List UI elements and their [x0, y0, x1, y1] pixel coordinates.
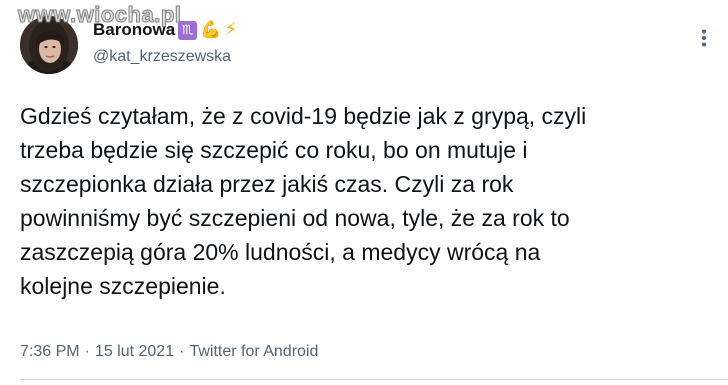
meta-separator: ·	[84, 343, 90, 360]
tweet-date[interactable]: 15 lut 2021	[95, 343, 174, 361]
tweet-card: www.wiocha.pl Baronowa ♏ 💪 ⚡ @kat_krzesz…	[0, 0, 728, 385]
tweet-source[interactable]: Twitter for Android	[189, 343, 318, 361]
watermark: www.wiocha.pl	[17, 2, 182, 28]
meta-separator: ·	[179, 343, 185, 360]
more-options-button[interactable]	[688, 22, 720, 54]
more-vertical-icon	[702, 29, 706, 47]
lightning-emoji-icon: ⚡	[224, 19, 237, 40]
divider	[20, 379, 728, 380]
user-handle[interactable]: @kat_krzeszewska	[93, 48, 231, 66]
tweet-metadata: 7:36 PM · 15 lut 2021 · Twitter for Andr…	[20, 343, 318, 361]
tweet-text: Gdzieś czytałam, że z covid-19 będzie ja…	[20, 103, 587, 299]
flexed-biceps-emoji-icon: 💪	[200, 19, 222, 40]
tweet-time[interactable]: 7:36 PM	[20, 343, 80, 361]
